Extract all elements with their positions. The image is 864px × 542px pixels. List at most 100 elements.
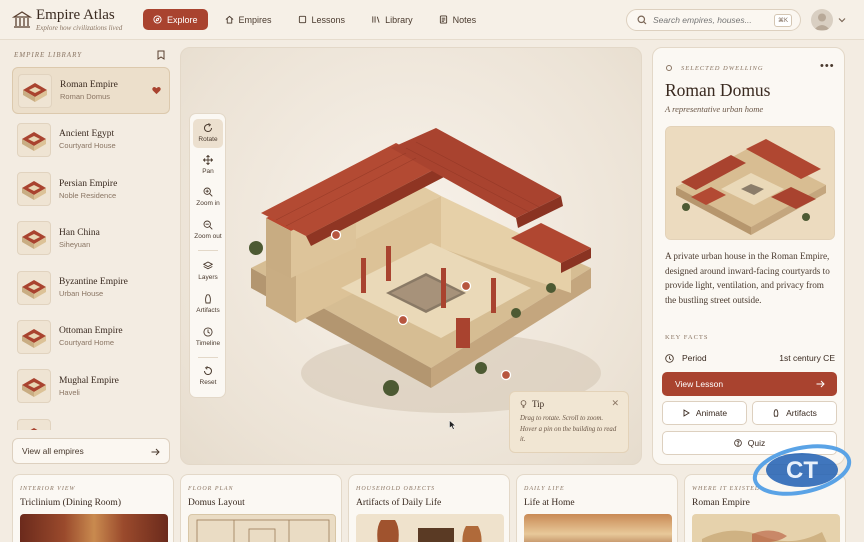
empire-text: Ancient Egypt Courtyard House [59,129,116,150]
empire-thumbnail [17,270,51,305]
dwelling-thumbnail-icon [22,378,46,398]
clock-icon [665,353,674,363]
tool-rotate[interactable]: Rotate [193,119,223,148]
domus-thumbnail [666,127,834,239]
brand[interactable]: Empire Atlas Explore how civilizations l… [36,7,122,32]
arrow-right-icon [151,448,160,456]
chevron-down-icon[interactable] [838,17,846,23]
empire-list-item[interactable]: Ancient Egypt Courtyard House [12,116,170,163]
view-lesson-button[interactable]: View Lesson [662,372,837,396]
card-title: Roman Empire [692,498,750,508]
empire-text: Byzantine Empire Urban House [59,277,128,298]
sidebar-title: EMPIRE LIBRARY [14,51,83,59]
more-options-icon[interactable]: ••• [820,60,835,72]
user-avatar-icon [814,13,830,30]
empire-thumbnail [17,369,51,404]
compass-icon [153,15,162,24]
layers-icon [203,261,213,270]
dwelling-image [665,126,835,240]
animate-button[interactable]: Animate [662,401,747,425]
card-image [188,514,336,542]
tool-artifacts[interactable]: Artifacts [193,294,223,315]
tool-label: Timeline [195,340,221,347]
empire-dwelling: Siheyuan [59,239,91,249]
nav-library[interactable]: Library [362,9,422,30]
card-image [524,514,672,542]
empire-list-item[interactable]: Persian Empire Noble Residence [12,166,170,213]
tip-title-text: Tip [532,399,545,409]
nav-empires[interactable]: Empires [216,9,281,30]
view-all-label: View all empires [22,446,84,456]
card-kicker: INTERIOR VIEW [20,486,76,492]
empire-thumbnail [18,73,52,108]
nav-lessons[interactable]: Lessons [289,9,355,30]
empire-dwelling: Urban House [59,289,104,299]
card-kicker: FLOOR PLAN [188,486,234,492]
empire-list-item[interactable]: Ottoman Empire Courtyard Home [12,313,170,360]
temple-logo-icon [12,11,32,28]
close-icon[interactable]: ✕ [611,398,619,409]
empire-dwelling: Roman Domus [60,92,111,101]
tip-body: Drag to rotate. Scroll to zoom. Hover a … [520,415,617,443]
empire-list: Roman Empire Roman Domus Ancient Egypt Cour… [12,67,170,430]
search-input[interactable] [653,15,773,25]
avatar[interactable] [811,9,833,31]
map-drawing [702,530,827,542]
tool-zoom-out[interactable]: Zoom out [193,220,223,241]
heart-icon[interactable] [152,86,161,95]
empire-name: Ottoman Empire [59,326,123,337]
empire-list-item[interactable]: Mughal Empire Haveli [12,363,170,410]
card-household-objects[interactable]: HOUSEHOLD OBJECTS Artifacts of Daily Lif… [348,474,510,542]
empire-thumbnail [17,418,51,430]
card-daily-life[interactable]: DAILY LIFE Life at Home [516,474,678,542]
tool-pan[interactable]: Pan [193,155,223,176]
empire-list-item[interactable]: Roman Empire Roman Domus [12,67,170,114]
artifact-icon [205,294,211,304]
empire-list-item[interactable]: Han China Siheyuan [12,215,170,262]
view-toolbar: Rotate Pan Zoom in Zoom out Layers Artifacts T… [189,113,226,398]
empire-name: Han China [59,227,100,238]
card-interior-view[interactable]: INTERIOR VIEW Triclinium (Dining Room) [12,474,174,542]
tool-layers[interactable]: Layers [193,261,223,282]
roman-domus-3d-model[interactable] [241,118,601,418]
tool-timeline[interactable]: Timeline [193,327,223,348]
artifacts-drawing [377,520,482,542]
notes-icon [439,15,447,24]
tool-label: Layers [198,274,218,281]
help-circle-icon [733,439,742,447]
empire-thumbnail [17,122,51,157]
dwelling-thumbnail-icon [22,181,46,201]
card-floor-plan[interactable]: FLOOR PLAN Domus Layout [180,474,342,542]
library-icon [372,16,380,23]
app-subtitle: Explore how civilizations lived [36,24,123,32]
empire-thumbnail [17,172,51,207]
tool-zoom-in[interactable]: Zoom in [193,187,223,208]
dwelling-thumbnail-icon [22,230,46,250]
empire-text: Ottoman Empire Courtyard Home [59,326,123,347]
empire-list-item[interactable]: Inca Empire [12,412,170,430]
bookmark-icon[interactable] [157,50,165,60]
tip-title: Tip [520,399,618,409]
nav-notes[interactable]: Notes [430,9,486,30]
fact-period: Period 1st century CE [665,350,835,366]
view-all-empires-button[interactable]: View all empires [12,438,170,464]
top-bar: Empire Atlas Explore how civilizations l… [0,0,864,40]
fact-value: 1st century CE [779,353,835,363]
artifacts-button[interactable]: Artifacts [752,401,837,425]
tip-card: Tip ✕ Drag to rotate. Scroll to zoom. Ho… [509,391,629,453]
tool-label: Zoom out [194,233,222,240]
search-icon [637,15,647,25]
mouse-cursor-icon [449,420,456,430]
card-kicker: WHERE IT EXISTED [692,486,761,492]
tool-reset[interactable]: Reset [193,366,223,387]
tool-label: Rotate [198,136,218,143]
3d-viewer[interactable]: Rotate Pan Zoom in Zoom out Layers Artifacts T… [180,47,642,465]
dwelling-subtitle: A representative urban home [665,104,764,114]
nav-explore[interactable]: Explore [143,9,208,30]
empire-name: Roman Empire [60,80,118,90]
lightbulb-icon [520,400,527,408]
empire-list-item[interactable]: Byzantine Empire Urban House [12,264,170,311]
empire-thumbnail [17,319,51,354]
search-box[interactable]: ⌘K [626,9,801,31]
tool-label: Zoom in [196,200,220,207]
